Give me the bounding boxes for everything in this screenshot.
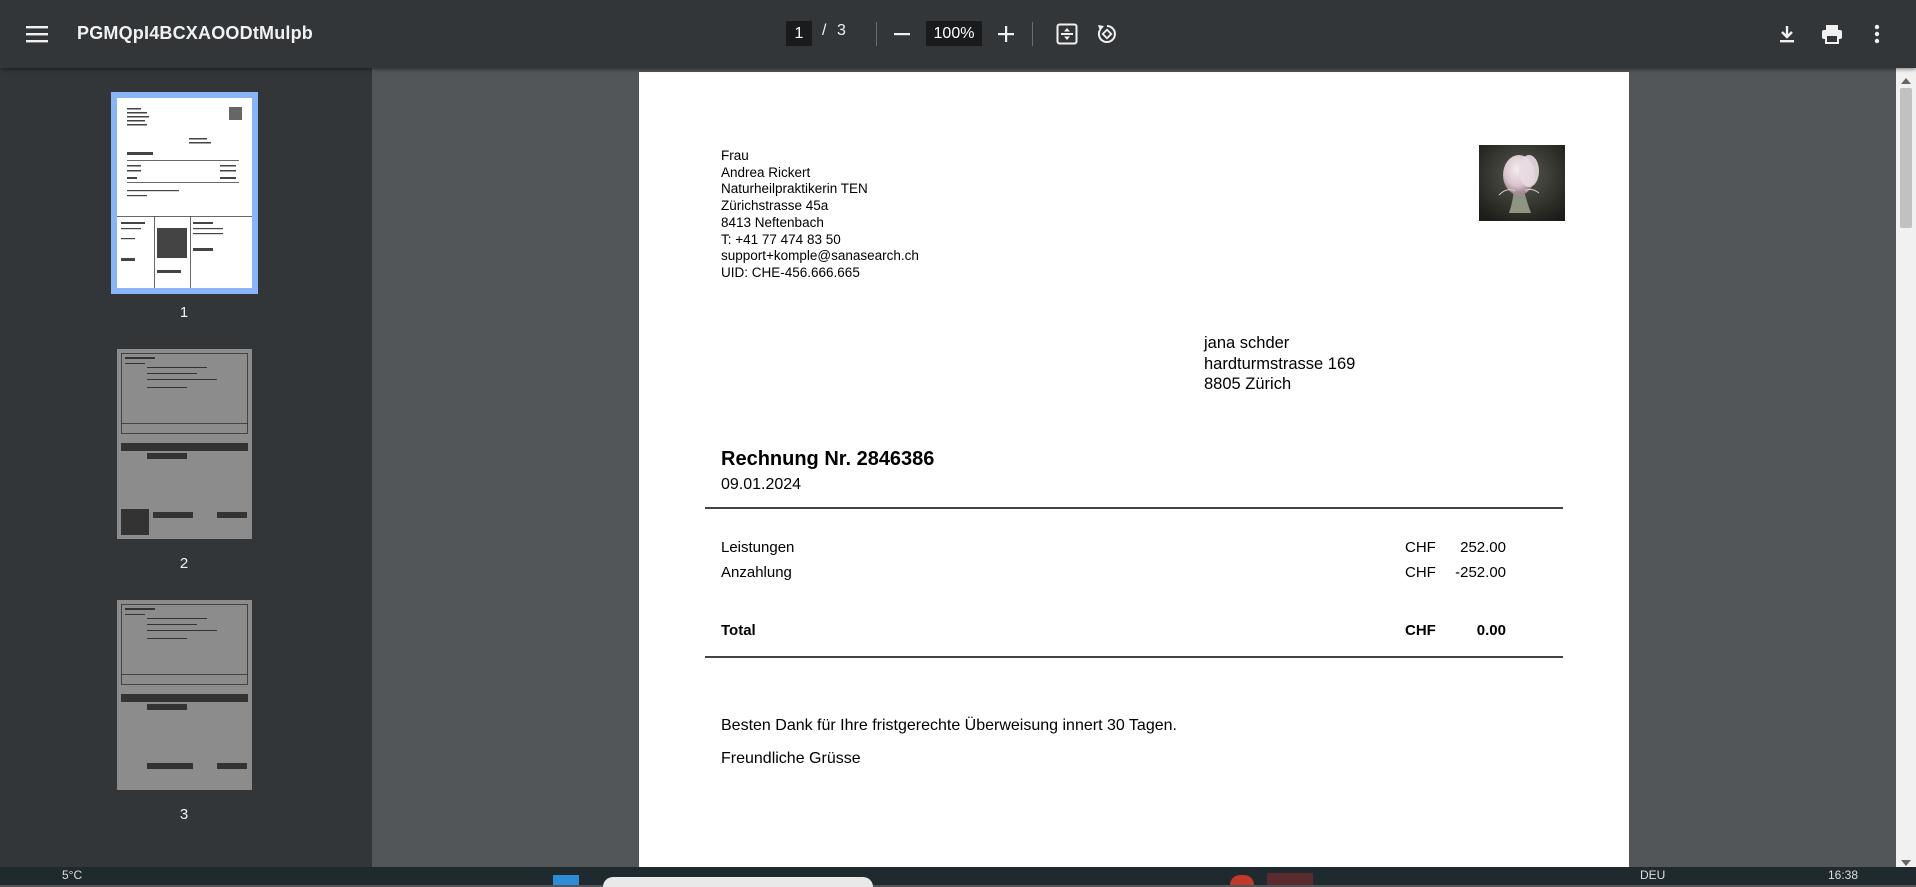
recipient-street: hardturmstrasse 169 (1204, 354, 1356, 373)
scrollbar-thumb[interactable] (1900, 88, 1912, 228)
divider-bottom (705, 656, 1563, 658)
thumbnail-label-1: 1 (179, 304, 189, 321)
pdf-viewer[interactable]: Frau Andrea Rickert Naturheilpraktikerin… (372, 68, 1896, 867)
line-amount-anzahlung: -252.00 (1455, 564, 1506, 581)
download-icon[interactable] (1775, 22, 1799, 46)
os-taskbar: 5°C DEU 16:38 (0, 867, 1916, 887)
divider-top (705, 507, 1563, 509)
line-label-anzahlung: Anzahlung (721, 564, 792, 581)
vertical-scrollbar[interactable] (1896, 68, 1916, 867)
invoice-title: Rechnung Nr. 2846386 (721, 448, 935, 470)
zoom-input[interactable]: 100% (926, 21, 982, 46)
line-amount-leistungen: 252.00 (1460, 539, 1506, 556)
taskbar-search-box[interactable] (603, 877, 873, 887)
page-number-input[interactable]: 1 (786, 21, 812, 46)
pdf-page: Frau Andrea Rickert Naturheilpraktikerin… (639, 72, 1629, 867)
app-icon-active[interactable] (1267, 873, 1313, 885)
app-icon[interactable] (1230, 875, 1254, 885)
weather-temp[interactable]: 5°C (62, 868, 82, 882)
recipient-name: jana schder (1204, 334, 1290, 352)
page-thumbnail-3[interactable] (117, 600, 252, 790)
sender-email: support+komple@sanasearch.ch (721, 248, 919, 264)
windows-start-icon[interactable] (553, 875, 579, 885)
thumbnail-label-3: 3 (179, 806, 189, 823)
sender-salutation: Frau (721, 148, 749, 163)
recipient-city: 8805 Zürich (1204, 375, 1292, 393)
recipient-address: jana schder hardturmstrasse 169 8805 Zür… (1204, 333, 1355, 395)
page-total: 3 (837, 22, 846, 39)
page-thumbnail-1[interactable] (111, 92, 258, 294)
sender-phone: T: +41 77 474 83 50 (721, 231, 841, 247)
page-separator: / (822, 22, 827, 39)
sender-city: 8413 Neftenbach (721, 214, 824, 230)
logo-flower-image (1479, 145, 1565, 221)
sender-name: Andrea Rickert (721, 164, 811, 180)
document-title: PGMQpI4BCXAOODtMulpb (77, 23, 313, 43)
thanks-text: Besten Dank für Ihre fristgerechte Überw… (721, 717, 1177, 734)
sender-uid: UID: CHE-456.666.665 (721, 264, 860, 280)
language-indicator[interactable]: DEU (1640, 868, 1665, 882)
total-amount: 0.00 (1476, 622, 1506, 639)
more-icon[interactable] (1865, 22, 1889, 46)
print-icon[interactable] (1820, 22, 1844, 46)
thumbnail-sidebar: 1 2 3 (0, 68, 372, 867)
rotate-icon[interactable] (1095, 22, 1119, 46)
pdf-toolbar: PGMQpI4BCXAOODtMulpb 1 / 3 100% (0, 0, 1916, 68)
thumbnail-label-2: 2 (179, 555, 189, 572)
sender-street: Zürichstrasse 45a (721, 198, 829, 214)
zoom-out-icon[interactable] (890, 22, 914, 46)
fit-page-icon[interactable] (1055, 22, 1079, 46)
menu-icon[interactable] (25, 22, 49, 46)
closing-text: Freundliche Grüsse (721, 750, 861, 767)
toolbar-divider (876, 22, 877, 46)
toolbar-divider (1032, 22, 1033, 46)
total-label: Total (721, 622, 756, 639)
zoom-in-icon[interactable] (994, 22, 1018, 46)
sender-title: Naturheilpraktikerin TEN (721, 181, 868, 197)
invoice-date: 09.01.2024 (721, 476, 802, 493)
page-thumbnail-2[interactable] (117, 349, 252, 539)
sender-address: Frau Andrea Rickert Naturheilpraktikerin… (721, 148, 919, 282)
line-label-leistungen: Leistungen (721, 539, 795, 556)
clock[interactable]: 16:38 (1828, 868, 1858, 882)
